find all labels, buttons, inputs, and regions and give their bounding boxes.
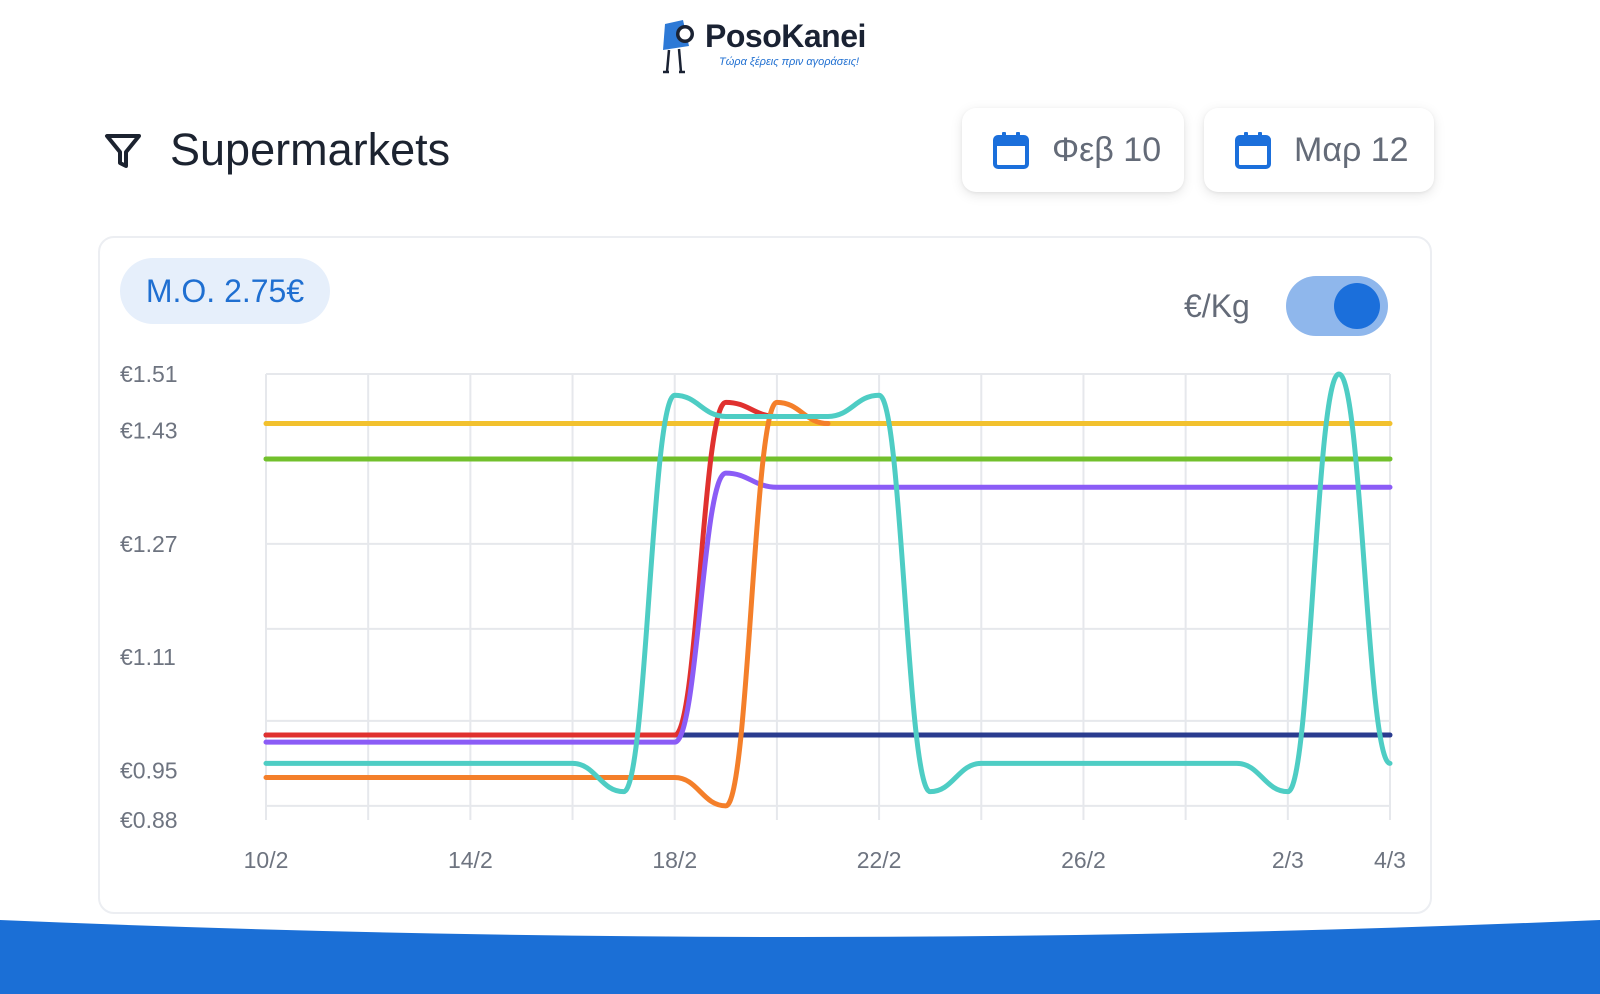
mascot-magnifier-icon <box>663 20 694 74</box>
date-to-label: Μαρ 12 <box>1294 130 1409 169</box>
calendar-icon <box>993 132 1029 169</box>
unit-toggle-knob[interactable] <box>1334 283 1380 329</box>
unit-toggle[interactable] <box>1286 276 1388 336</box>
date-from-button[interactable]: Φεβ 10 <box>962 108 1184 192</box>
page: PosoKanei Τώρα ξέρεις πριν αγοράσεις! Su… <box>0 0 1600 994</box>
date-to-button[interactable]: Μαρ 12 <box>1204 108 1434 192</box>
brand-tagline: Τώρα ξέρεις πριν αγοράσεις! <box>719 56 860 68</box>
price-chart-card <box>98 236 1432 914</box>
date-from-label: Φεβ 10 <box>1052 130 1162 169</box>
unit-label: €/Kg <box>1184 288 1250 324</box>
page-title: Supermarkets <box>170 124 451 175</box>
brand-name: PosoKanei <box>705 18 866 54</box>
footer-band <box>0 920 1600 994</box>
brand-logo[interactable]: PosoKanei Τώρα ξέρεις πριν αγοράσεις! <box>655 16 885 78</box>
filter-funnel-icon[interactable] <box>104 132 142 170</box>
calendar-icon <box>1235 132 1271 169</box>
average-price-badge: Μ.Ο. 2.75€ <box>120 258 330 324</box>
